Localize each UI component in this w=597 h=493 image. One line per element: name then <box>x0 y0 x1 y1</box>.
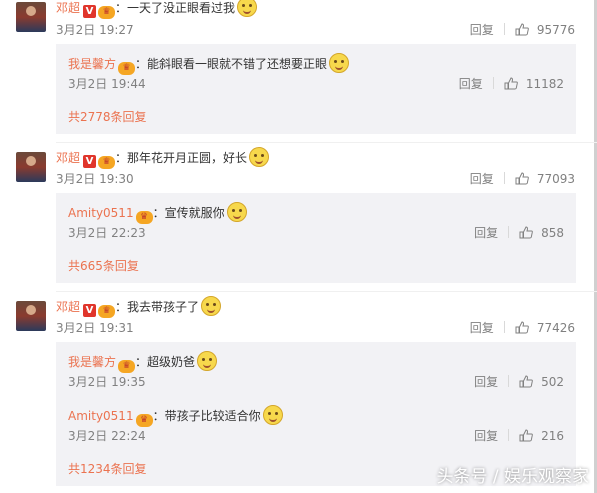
thumbs-up-icon[interactable] <box>515 321 529 334</box>
username-link[interactable]: 邓超 <box>56 1 80 15</box>
reply-header: 我是馨方 ♛ ：能斜眼看一眼就不错了还想要正眼 <box>68 53 350 75</box>
reply-button[interactable]: 回复 <box>474 373 498 391</box>
username-link[interactable]: 邓超 <box>56 300 80 314</box>
comment-header: 邓超 V ♛ ：一天了没正眼看过我 <box>56 0 258 19</box>
reply-text: ：超级奶爸 <box>135 355 196 369</box>
username-link[interactable]: 我是馨方 <box>68 57 116 71</box>
username-link[interactable]: 邓超 <box>56 151 80 165</box>
reply-actions: 回复 858 <box>474 224 564 242</box>
reply-button[interactable]: 回复 <box>459 75 483 93</box>
reply-time: 3月2日 19:35 <box>68 375 146 389</box>
reply-text: ：宣传就服你 <box>152 206 225 220</box>
reply-actions: 回复 216 <box>474 427 564 445</box>
reply-time: 3月2日 22:24 <box>68 429 146 443</box>
reply-header: 我是馨方 ♛ ：超级奶爸 <box>68 351 218 373</box>
comment-divider <box>56 291 597 292</box>
comment-text: ：我去带孩子了 <box>115 300 200 314</box>
reply-box: 我是馨方 ♛ ：能斜眼看一眼就不错了还想要正眼 3月2日 19:44 回复 11182… <box>56 44 576 134</box>
doge-emoji-icon <box>249 147 270 167</box>
verified-v-icon: V <box>83 155 97 168</box>
username-link[interactable]: Amity0511 <box>68 206 134 220</box>
reply-button[interactable]: 回复 <box>474 224 498 242</box>
thumbs-up-icon[interactable] <box>519 226 533 239</box>
vip-crown-icon: ♛ <box>118 62 136 75</box>
reply-button[interactable]: 回复 <box>470 21 494 39</box>
thumbs-up-icon[interactable] <box>515 23 529 36</box>
doge-emoji-icon <box>197 351 218 371</box>
comment-time: 3月2日 19:30 <box>56 172 134 186</box>
divider <box>503 321 505 333</box>
comment-header: 邓超 V ♛ ：那年花开月正圆，好长 <box>56 147 270 169</box>
comment-time: 3月2日 19:31 <box>56 321 134 335</box>
reply-header: Amity0511 ♛ ：宣传就服你 <box>68 202 247 224</box>
like-count: 95776 <box>536 23 575 37</box>
vip-crown-icon: ♛ <box>98 6 116 19</box>
username-link[interactable]: 我是馨方 <box>68 355 116 369</box>
doge-emoji-icon <box>201 296 222 316</box>
avatar[interactable] <box>16 152 46 182</box>
reply-box: Amity0511 ♛ ：宣传就服你 3月2日 22:23 回复 858 共665条回… <box>56 193 576 283</box>
reply-header: Amity0511 ♛ ：带孩子比较适合你 <box>68 405 283 427</box>
reply-actions: 回复 11182 <box>459 75 564 93</box>
username-link[interactable]: Amity0511 <box>68 409 134 423</box>
avatar[interactable] <box>16 2 46 32</box>
thumbs-up-icon[interactable] <box>504 77 518 90</box>
like-count: 11182 <box>525 77 564 91</box>
comment-actions: 回复 77093 <box>470 170 575 188</box>
comment-header: 邓超 V ♛ ：我去带孩子了 <box>56 296 222 318</box>
reply-time: 3月2日 22:23 <box>68 226 146 240</box>
doge-emoji-icon <box>329 53 350 73</box>
more-replies-link[interactable]: 共665条回复 <box>68 257 139 275</box>
vip-crown-icon: ♛ <box>135 211 153 224</box>
verified-v-icon: V <box>83 5 97 18</box>
reply-button[interactable]: 回复 <box>474 427 498 445</box>
reply-time: 3月2日 19:44 <box>68 77 146 91</box>
vip-crown-icon: ♛ <box>98 305 116 318</box>
divider <box>508 429 510 441</box>
vip-crown-icon: ♛ <box>135 414 153 427</box>
thumbs-up-icon[interactable] <box>519 375 533 388</box>
comment-actions: 回复 95776 <box>470 21 575 39</box>
like-count: 216 <box>541 429 564 443</box>
comment-actions: 回复 77426 <box>470 319 575 337</box>
divider <box>503 23 505 35</box>
reply-button[interactable]: 回复 <box>470 170 494 188</box>
reply-text: ：带孩子比较适合你 <box>152 409 261 423</box>
more-replies-link[interactable]: 共1234条回复 <box>68 460 147 478</box>
thumbs-up-icon[interactable] <box>519 429 533 442</box>
reply-actions: 回复 502 <box>474 373 564 391</box>
divider <box>508 375 510 387</box>
divider <box>503 172 505 184</box>
doge-emoji-icon <box>237 0 258 17</box>
vip-crown-icon: ♛ <box>98 156 116 169</box>
like-count: 502 <box>541 375 564 389</box>
comment-divider <box>56 142 597 143</box>
thinking-emoji-icon <box>262 405 283 425</box>
like-count: 77426 <box>536 321 575 335</box>
thumbs-up-icon[interactable] <box>515 172 529 185</box>
verified-v-icon: V <box>83 304 97 317</box>
reply-button[interactable]: 回复 <box>470 319 494 337</box>
watermark: 头条号 / 娱乐观察家 <box>436 467 589 487</box>
comment-time: 3月2日 19:27 <box>56 23 134 37</box>
more-replies-link[interactable]: 共2778条回复 <box>68 108 147 126</box>
like-count: 858 <box>541 226 564 240</box>
divider <box>492 77 494 89</box>
doge-emoji-icon <box>226 202 247 222</box>
like-count: 77093 <box>536 172 575 186</box>
divider <box>508 226 510 238</box>
comment-text: ：一天了没正眼看过我 <box>115 1 236 15</box>
comment-text: ：那年花开月正圆，好长 <box>115 151 248 165</box>
vip-crown-icon: ♛ <box>118 360 136 373</box>
avatar[interactable] <box>16 301 46 331</box>
reply-text: ：能斜眼看一眼就不错了还想要正眼 <box>135 57 328 71</box>
